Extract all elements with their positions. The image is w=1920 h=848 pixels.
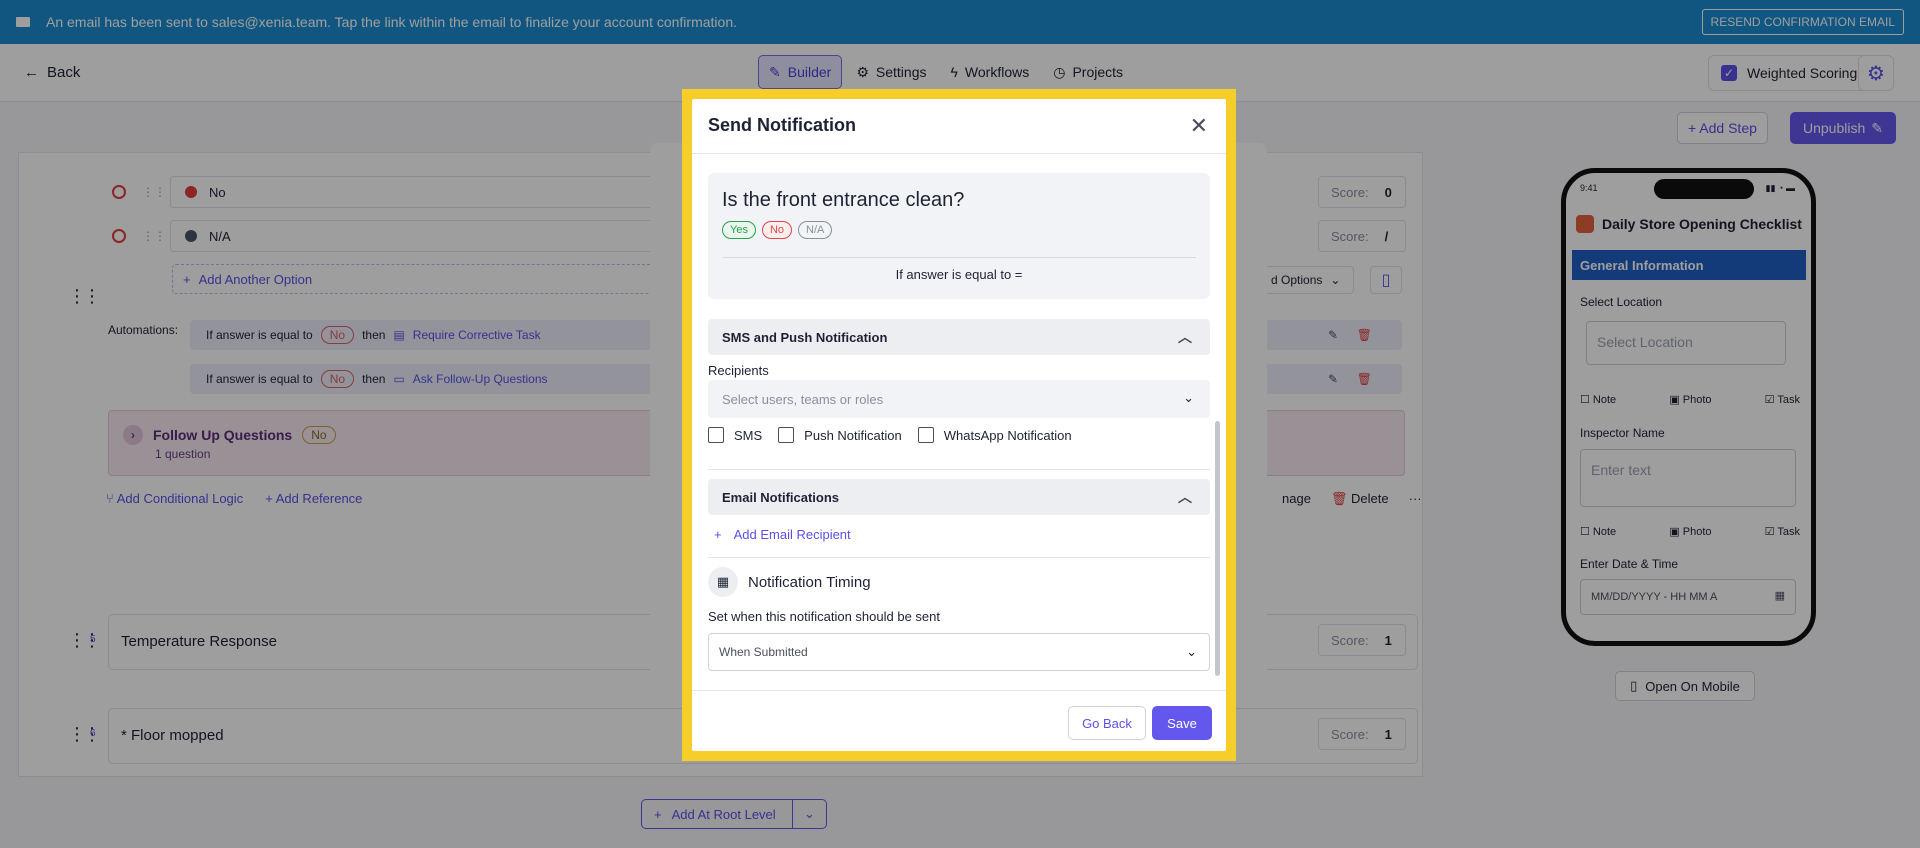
condition-text: If answer is equal to =: [895, 267, 1023, 282]
timing-select[interactable]: When Submitted ⌄: [708, 633, 1210, 671]
timing-subtitle: Set when this notification should be sen…: [708, 609, 940, 624]
checkbox-label: SMS: [734, 427, 763, 443]
modal-scrollbar[interactable]: [1215, 421, 1220, 676]
section-title: Email Notifications: [722, 489, 840, 505]
divider: [692, 153, 1226, 154]
chevron-down-icon: ⌄: [1186, 644, 1197, 659]
checkbox-label: Push Notification: [804, 427, 902, 443]
divider: [708, 557, 1210, 558]
add-email-recipient-button[interactable]: + Add Email Recipient: [714, 527, 851, 542]
timing-title: Notification Timing: [748, 573, 871, 591]
question-summary-card: Is the front entrance clean? Yes No N/A …: [708, 173, 1210, 299]
timing-value: When Submitted: [719, 645, 808, 659]
checkbox-icon[interactable]: [778, 427, 795, 443]
email-section-header[interactable]: Email Notifications ︿: [708, 479, 1210, 515]
sms-push-section-header[interactable]: SMS and Push Notification ︿: [708, 319, 1210, 355]
answer-pills: Yes No N/A: [722, 221, 833, 239]
chevron-up-icon[interactable]: ︿: [1178, 487, 1192, 507]
notification-timing-header: ▦ Notification Timing: [708, 567, 871, 597]
chevron-up-icon[interactable]: ︿: [1178, 327, 1192, 347]
checkbox-icon[interactable]: [917, 427, 934, 443]
modal-title: Send Notification: [708, 115, 856, 135]
question-text: Is the front entrance clean?: [722, 189, 965, 211]
plus-icon: +: [714, 527, 722, 542]
answer-pill-yes: Yes: [722, 221, 756, 239]
checkbox-icon[interactable]: [708, 427, 724, 443]
send-notification-modal: Send Notification ✕ Is the front entranc…: [692, 99, 1226, 751]
answer-pill-no: No: [761, 221, 793, 239]
recipients-select[interactable]: Select users, teams or roles ⌄: [708, 380, 1210, 418]
recipients-label: Recipients: [708, 363, 769, 378]
channel-checkboxes: SMS Push Notification WhatsApp Notificat…: [708, 427, 1072, 443]
push-notification-checkbox[interactable]: Push Notification: [778, 427, 902, 443]
close-icon[interactable]: ✕: [1190, 113, 1208, 139]
divider: [722, 257, 1196, 258]
save-button[interactable]: Save: [1152, 706, 1212, 740]
sms-checkbox[interactable]: SMS: [708, 427, 762, 443]
divider: [708, 469, 1210, 470]
recipients-placeholder: Select users, teams or roles: [722, 391, 884, 407]
section-title: SMS and Push Notification: [722, 329, 888, 345]
chevron-down-icon: ⌄: [1183, 390, 1194, 405]
add-email-label: Add Email Recipient: [733, 527, 851, 542]
calendar-icon: ▦: [708, 567, 738, 597]
divider: [692, 690, 1226, 691]
answer-pill-na: N/A: [798, 221, 833, 239]
checkbox-label: WhatsApp Notification: [943, 427, 1072, 443]
whatsapp-notification-checkbox[interactable]: WhatsApp Notification: [917, 427, 1072, 443]
go-back-button[interactable]: Go Back: [1068, 706, 1146, 740]
